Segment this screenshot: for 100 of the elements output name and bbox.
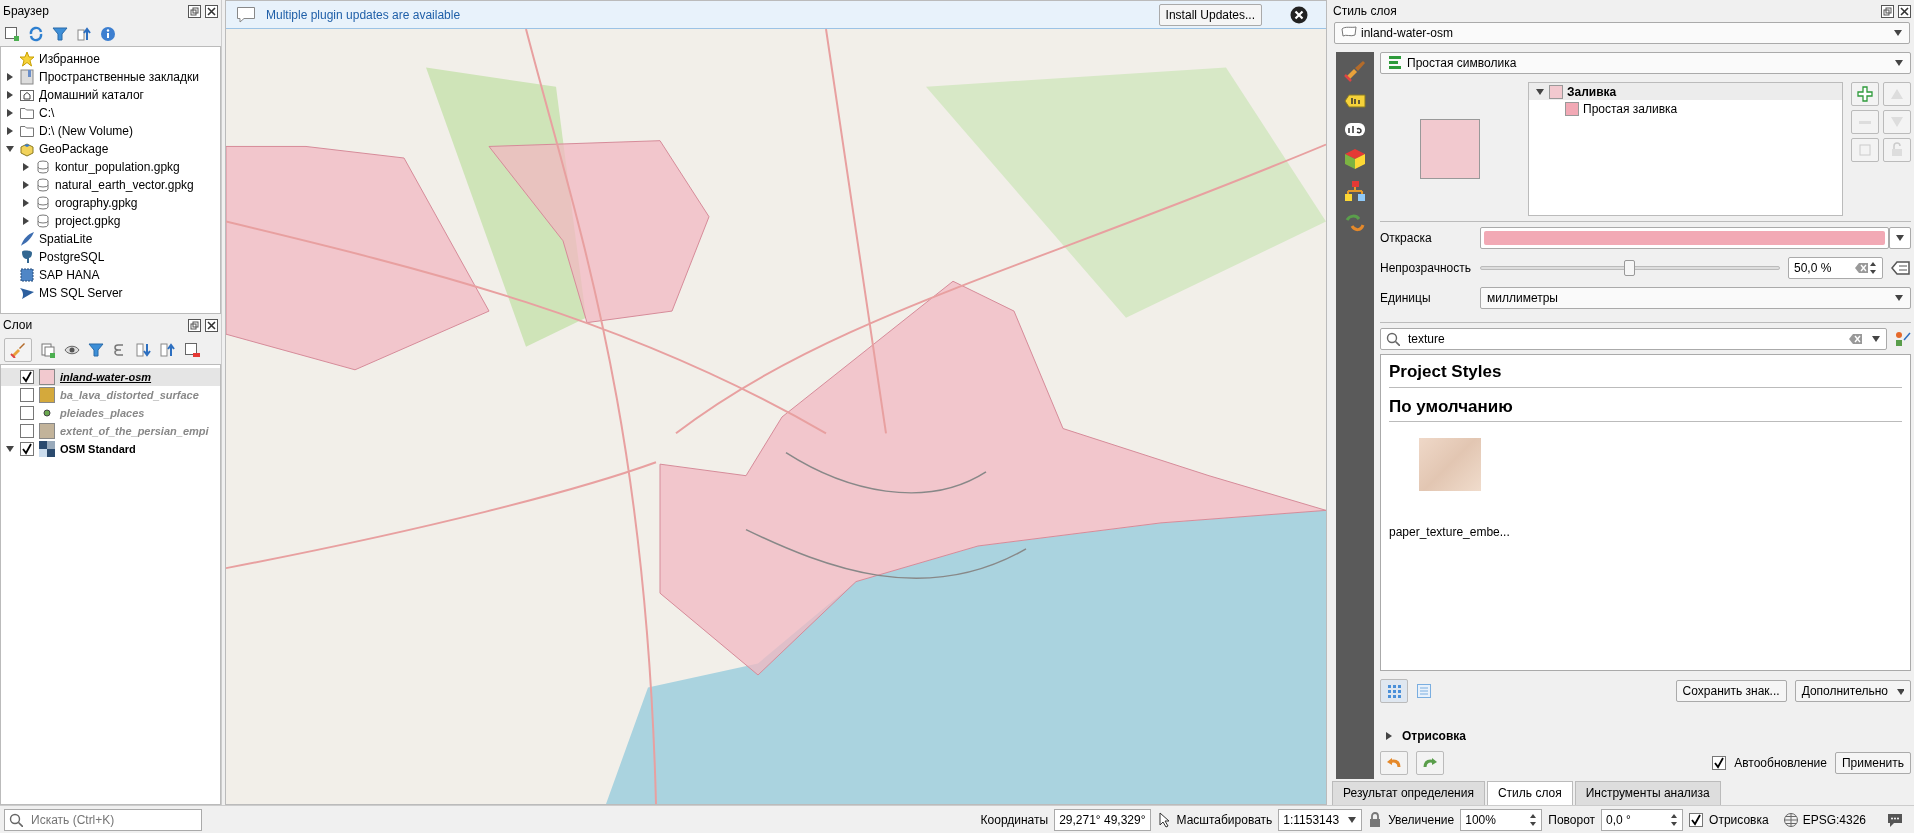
crs-button[interactable]: EPSG:4326 bbox=[1802, 810, 1866, 829]
layer-name[interactable]: OSM Standard bbox=[60, 440, 136, 458]
tree-item[interactable]: kontur_population.gpkg bbox=[55, 158, 180, 176]
color-dropdown[interactable] bbox=[1889, 227, 1911, 249]
expand-arrow-icon[interactable] bbox=[5, 108, 15, 118]
layer-name[interactable]: extent_of_the_persian_empi bbox=[60, 422, 209, 440]
icon-view-button[interactable] bbox=[1380, 679, 1408, 703]
opacity-spinbox[interactable]: 50,0 % bbox=[1788, 257, 1883, 279]
float-icon[interactable] bbox=[188, 4, 201, 18]
layer-row[interactable]: pleiades_places bbox=[1, 404, 220, 422]
symbol-name[interactable]: paper_texture_embe... bbox=[1389, 523, 1510, 541]
section-header[interactable]: Отрисовка bbox=[1402, 727, 1466, 745]
tree-item[interactable]: MS SQL Server bbox=[39, 284, 123, 302]
data-defined-icon[interactable] bbox=[1891, 260, 1911, 276]
expand-arrow-icon[interactable] bbox=[5, 72, 15, 82]
remove-layer-icon[interactable] bbox=[184, 342, 200, 358]
tree-item[interactable]: C:\ bbox=[39, 104, 55, 122]
opacity-slider[interactable] bbox=[1480, 260, 1780, 276]
tree-item[interactable]: orography.gpkg bbox=[55, 194, 138, 212]
style-button[interactable] bbox=[4, 338, 32, 362]
paintbrush-icon[interactable] bbox=[1344, 60, 1366, 82]
tree-item[interactable]: Избранное bbox=[39, 50, 100, 68]
checkbox[interactable] bbox=[20, 388, 34, 402]
expand-arrow-icon[interactable] bbox=[21, 162, 31, 172]
tree-item[interactable]: PostgreSQL bbox=[39, 248, 105, 266]
add-button[interactable] bbox=[1851, 82, 1879, 106]
close-icon[interactable] bbox=[205, 4, 218, 18]
texture-thumbnail[interactable] bbox=[1419, 438, 1481, 491]
filter-icon[interactable] bbox=[52, 26, 68, 42]
tree-item[interactable]: Пространственные закладки bbox=[39, 68, 199, 86]
checkbox[interactable] bbox=[20, 442, 34, 456]
refresh-icon[interactable] bbox=[28, 26, 44, 42]
label-tag-icon[interactable] bbox=[1344, 92, 1366, 110]
lock-icon[interactable] bbox=[1368, 811, 1383, 828]
filter-icon[interactable] bbox=[88, 342, 104, 358]
install-updates-button[interactable]: Install Updates... bbox=[1158, 3, 1262, 26]
scale-dropdown[interactable]: 1:1153143 bbox=[1278, 808, 1363, 831]
expand-arrow-icon[interactable] bbox=[21, 180, 31, 190]
diagram-icon[interactable] bbox=[1344, 180, 1366, 202]
close-icon[interactable] bbox=[1898, 4, 1911, 18]
clear-icon[interactable] bbox=[1849, 333, 1863, 345]
coordinates-field[interactable]: 29,271° 49,329° bbox=[1054, 808, 1151, 831]
info-icon[interactable] bbox=[100, 26, 116, 42]
locator-input[interactable]: Искать (Ctrl+K) bbox=[31, 810, 197, 829]
expand-arrow-icon[interactable] bbox=[1384, 731, 1394, 741]
layer-name[interactable]: ba_lava_distorted_surface bbox=[60, 386, 199, 404]
renderer-dropdown[interactable]: Простая символика bbox=[1380, 52, 1911, 74]
magnifier-spinbox[interactable]: 100% bbox=[1460, 808, 1543, 831]
float-icon[interactable] bbox=[1881, 4, 1894, 18]
layer-row[interactable]: OSM Standard bbox=[1, 440, 220, 458]
checkbox[interactable] bbox=[1689, 812, 1704, 827]
panel-tab[interactable]: Инструменты анализа bbox=[1574, 781, 1721, 805]
layer-name[interactable]: pleiades_places bbox=[60, 404, 145, 422]
layer-name[interactable]: inland-water-osm bbox=[60, 368, 152, 386]
expand-arrow-icon[interactable] bbox=[5, 126, 15, 136]
redo-button[interactable] bbox=[1416, 751, 1444, 775]
expand-arrow-icon[interactable] bbox=[21, 198, 31, 208]
spin-arrows-icon[interactable] bbox=[1869, 261, 1877, 275]
close-icon[interactable] bbox=[205, 318, 218, 332]
layer-row[interactable]: ba_lava_distorted_surface bbox=[1, 386, 220, 404]
tree-item[interactable]: SAP HANA bbox=[39, 266, 100, 284]
layer-row[interactable]: inland-water-osm bbox=[1, 368, 220, 386]
expand-arrow-icon[interactable] bbox=[5, 90, 15, 100]
layer-dropdown[interactable]: inland-water-osm bbox=[1334, 22, 1910, 44]
symbol-layer[interactable]: Простая заливка bbox=[1583, 99, 1678, 118]
collapse-arrow-icon[interactable] bbox=[1535, 86, 1545, 97]
tree-item[interactable]: D:\ (New Volume) bbox=[39, 122, 134, 140]
add-group-icon[interactable] bbox=[40, 342, 56, 358]
tree-item[interactable]: SpatiaLite bbox=[39, 230, 93, 248]
float-icon[interactable] bbox=[188, 318, 201, 332]
locator-search-field[interactable]: Искать (Ctrl+K) bbox=[4, 808, 202, 831]
slider-thumb[interactable] bbox=[1624, 260, 1635, 276]
save-symbol-button[interactable]: Сохранить знак... bbox=[1675, 680, 1787, 702]
collapse-all-icon[interactable] bbox=[76, 26, 92, 42]
panel-tab[interactable]: Результат определения bbox=[1332, 781, 1485, 805]
search-field[interactable]: texture bbox=[1380, 328, 1887, 350]
caret-icon[interactable] bbox=[1871, 334, 1881, 344]
tree-item[interactable]: Домашний каталог bbox=[39, 86, 144, 104]
tree-item[interactable]: project.gpkg bbox=[55, 212, 121, 230]
style-manager-icon[interactable] bbox=[1895, 331, 1911, 347]
checkbox[interactable] bbox=[1712, 756, 1727, 770]
units-dropdown[interactable]: миллиметры bbox=[1480, 287, 1911, 309]
collapse-all-icon[interactable] bbox=[160, 342, 176, 358]
tree-item[interactable]: GeoPackage bbox=[39, 140, 109, 158]
panel-tab[interactable]: Стиль слоя bbox=[1486, 781, 1573, 805]
collapse-arrow-icon[interactable] bbox=[5, 144, 15, 154]
rotation-spinbox[interactable]: 0,0 ° bbox=[1601, 808, 1684, 831]
checkbox[interactable] bbox=[20, 424, 34, 438]
add-icon[interactable] bbox=[4, 26, 20, 42]
globe-icon[interactable] bbox=[1782, 811, 1799, 828]
expand-all-icon[interactable] bbox=[136, 342, 152, 358]
mouse-pointer-icon[interactable] bbox=[1156, 811, 1171, 828]
apply-button[interactable]: Применить bbox=[1835, 752, 1911, 774]
collapse-arrow-icon[interactable] bbox=[5, 444, 15, 454]
tree-item[interactable]: natural_earth_vector.gpkg bbox=[55, 176, 194, 194]
layer-row[interactable]: extent_of_the_persian_empi bbox=[1, 422, 220, 440]
expand-arrow-icon[interactable] bbox=[21, 216, 31, 226]
close-icon[interactable] bbox=[1290, 5, 1308, 24]
checkbox[interactable] bbox=[20, 370, 34, 384]
checkbox[interactable] bbox=[20, 406, 34, 420]
